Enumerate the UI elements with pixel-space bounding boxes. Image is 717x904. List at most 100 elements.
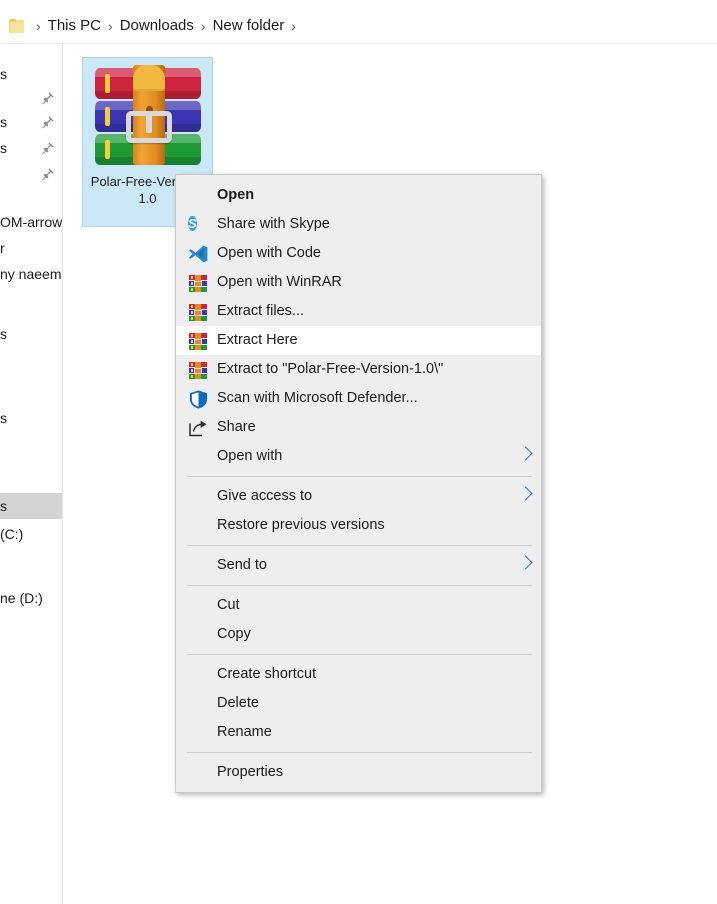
nav-item-label: r	[0, 240, 5, 256]
menu-item-label: Extract to "Polar-Free-Version-1.0\"	[217, 361, 444, 378]
share-icon	[187, 417, 209, 439]
menu-item-label: Send to	[217, 557, 267, 574]
menu-item-give-access-to[interactable]: Give access to	[176, 482, 541, 511]
nav-item-label: s	[0, 66, 7, 82]
pin-icon[interactable]	[41, 115, 55, 129]
no-icon	[187, 693, 209, 715]
breadcrumb-item-downloads[interactable]: Downloads	[120, 18, 194, 33]
menu-item-label: Open with Code	[217, 245, 321, 262]
nav-item[interactable]: OM-arrow	[0, 209, 63, 235]
breadcrumb-separator-3[interactable]: ›	[284, 19, 303, 33]
nav-item[interactable]: s	[0, 493, 62, 519]
navigation-pane[interactable]: s s s OM-arrow r ny naeem s s s (C:) ne (D:)	[0, 45, 63, 904]
menu-item-label: Create shortcut	[217, 666, 317, 683]
breadcrumb-item-this-pc[interactable]: This PC	[48, 18, 101, 33]
menu-item-label: Extract Here	[217, 332, 298, 349]
menu-item-extract-to-polar-free-version-1-0[interactable]: Extract to "Polar-Free-Version-1.0\"	[176, 355, 541, 384]
chevron-right-icon	[518, 554, 533, 570]
menu-item-open-with[interactable]: Open with	[176, 442, 541, 471]
no-icon	[187, 555, 209, 577]
menu-separator	[187, 654, 532, 655]
menu-item-extract-files[interactable]: Extract files...	[176, 297, 541, 326]
no-icon	[187, 664, 209, 686]
menu-separator	[187, 476, 532, 477]
chevron-right-icon	[518, 445, 533, 461]
chevron-right-icon	[518, 485, 533, 501]
nav-item-label: s	[0, 114, 7, 130]
menu-item-label: Copy	[217, 626, 251, 643]
menu-item-label: Open with	[217, 448, 283, 465]
nav-item[interactable]: (C:)	[0, 521, 62, 547]
menu-item-properties[interactable]: Properties	[176, 758, 541, 787]
nav-item-label: ne (D:)	[0, 590, 43, 606]
nav-item[interactable]: s	[0, 61, 62, 87]
nav-item-label: OM-arrow	[0, 214, 63, 230]
winrar-icon	[187, 330, 209, 352]
file-explorer-window: › This PC › Downloads › New folder › sss…	[0, 0, 717, 904]
menu-item-share-with-skype[interactable]: S Share with Skype	[176, 210, 541, 239]
context-menu[interactable]: Open S Share with Skype Open with Code Open …	[175, 174, 542, 793]
nav-item[interactable]: s	[0, 109, 62, 135]
nav-item[interactable]	[0, 161, 62, 187]
menu-separator	[187, 545, 532, 546]
breadcrumb-separator-2[interactable]: ›	[194, 19, 213, 33]
menu-item-open[interactable]: Open	[176, 181, 541, 210]
nav-item-label: s	[0, 410, 7, 426]
menu-item-cut[interactable]: Cut	[176, 591, 541, 620]
nav-item[interactable]: s	[0, 135, 62, 161]
breadcrumb-item-new-folder[interactable]: New folder	[213, 18, 285, 33]
menu-item-open-with-code[interactable]: Open with Code	[176, 239, 541, 268]
nav-item-label: s	[0, 326, 7, 342]
nav-item-label: ny naeem	[0, 266, 62, 282]
winrar-icon	[187, 272, 209, 294]
menu-item-scan-with-microsoft-defender[interactable]: Scan with Microsoft Defender...	[176, 384, 541, 413]
menu-item-delete[interactable]: Delete	[176, 689, 541, 718]
winrar-icon	[187, 359, 209, 381]
menu-item-label: Delete	[217, 695, 259, 712]
nav-item-label: s	[0, 498, 7, 514]
menu-item-label: Restore previous versions	[217, 517, 385, 534]
skype-icon: S	[188, 215, 197, 231]
pin-icon[interactable]	[41, 167, 55, 181]
breadcrumb-separator-1[interactable]: ›	[101, 19, 120, 33]
no-icon	[187, 486, 209, 508]
address-bar[interactable]: › This PC › Downloads › New folder ›	[0, 8, 717, 44]
vscode-icon	[187, 243, 209, 265]
menu-item-open-with-winrar[interactable]: Open with WinRAR	[176, 268, 541, 297]
menu-item-label: Share with Skype	[217, 216, 330, 233]
no-icon	[187, 722, 209, 744]
menu-item-label: Open	[217, 187, 255, 204]
menu-item-restore-previous-versions[interactable]: Restore previous versions	[176, 511, 541, 540]
nav-item[interactable]: s	[0, 321, 62, 347]
nav-item[interactable]: s	[0, 405, 62, 431]
menu-item-copy[interactable]: Copy	[176, 620, 541, 649]
folder-icon	[9, 18, 25, 33]
nav-item-label: (C:)	[0, 526, 24, 542]
no-icon	[187, 595, 209, 617]
nav-item[interactable]: ne (D:)	[0, 585, 62, 611]
menu-item-share[interactable]: Share	[176, 413, 541, 442]
menu-item-label: Properties	[217, 764, 284, 781]
winrar-archive-icon	[93, 65, 203, 169]
menu-item-label: Extract files...	[217, 303, 305, 320]
menu-item-send-to[interactable]: Send to	[176, 551, 541, 580]
menu-separator	[187, 585, 532, 586]
menu-item-rename[interactable]: Rename	[176, 718, 541, 747]
pin-icon[interactable]	[41, 141, 55, 155]
no-icon	[187, 624, 209, 646]
menu-item-extract-here[interactable]: Extract Here	[176, 326, 541, 355]
menu-item-label: Cut	[217, 597, 240, 614]
no-icon	[187, 515, 209, 537]
menu-item-label: Open with WinRAR	[217, 274, 342, 291]
nav-item[interactable]: r	[0, 235, 62, 261]
menu-item-label: Give access to	[217, 488, 313, 505]
nav-item[interactable]	[0, 85, 62, 111]
menu-item-label: Scan with Microsoft Defender...	[217, 390, 418, 407]
nav-item[interactable]: ny naeem	[0, 261, 62, 287]
nav-item-label: s	[0, 140, 7, 156]
menu-item-create-shortcut[interactable]: Create shortcut	[176, 660, 541, 689]
no-icon	[187, 762, 209, 784]
pin-icon[interactable]	[41, 91, 55, 105]
menu-separator	[187, 752, 532, 753]
menu-item-label: Rename	[217, 724, 272, 741]
